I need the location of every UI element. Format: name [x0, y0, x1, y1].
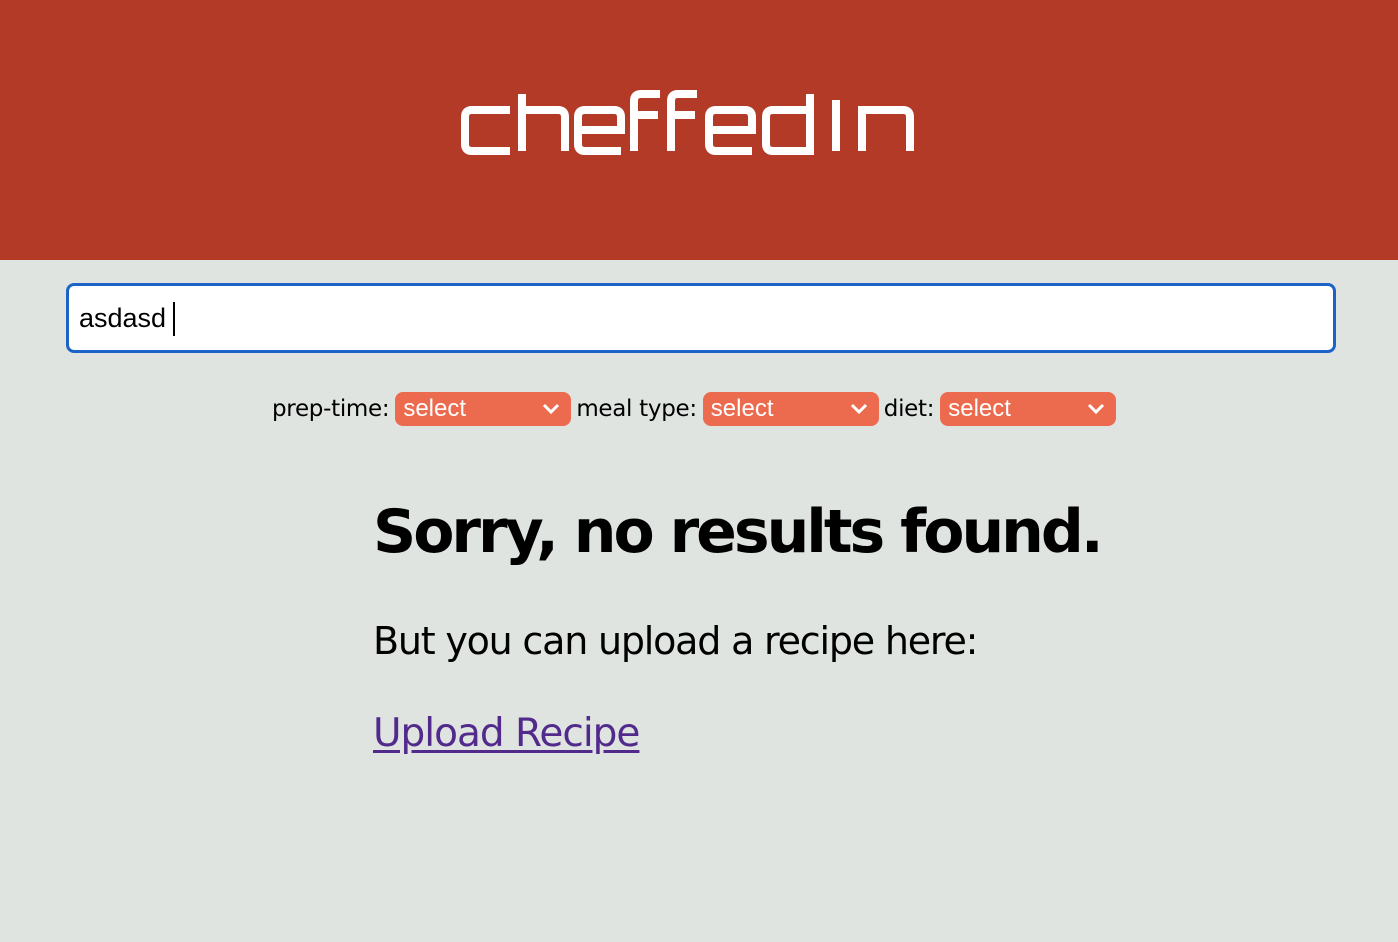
prep-time-select[interactable]: select	[395, 392, 572, 426]
chevron-down-icon	[850, 403, 867, 415]
diet-selected: select	[948, 395, 1011, 422]
cheffedin-logo[interactable]	[460, 90, 920, 160]
search-box[interactable]	[66, 283, 1336, 353]
upload-prompt: But you can upload a recipe here:	[373, 619, 978, 663]
filter-bar: prep-time: select meal type: select diet…	[272, 392, 1121, 426]
chevron-down-icon	[1088, 403, 1105, 415]
prep-time-label: prep-time:	[272, 396, 390, 422]
site-header	[0, 0, 1398, 260]
prep-time-selected: select	[403, 395, 467, 422]
meal-type-select[interactable]: select	[702, 392, 879, 426]
upload-recipe-link[interactable]: Upload Recipe	[373, 711, 640, 756]
chevron-down-icon	[543, 403, 560, 415]
diet-label: diet:	[883, 396, 935, 422]
search-input[interactable]	[79, 286, 1319, 350]
meal-type-label: meal type:	[576, 396, 697, 422]
text-caret	[173, 302, 175, 336]
meal-type-selected: select	[710, 395, 774, 422]
diet-select[interactable]: select	[940, 392, 1117, 426]
no-results-heading: Sorry, no results found.	[373, 497, 1104, 567]
